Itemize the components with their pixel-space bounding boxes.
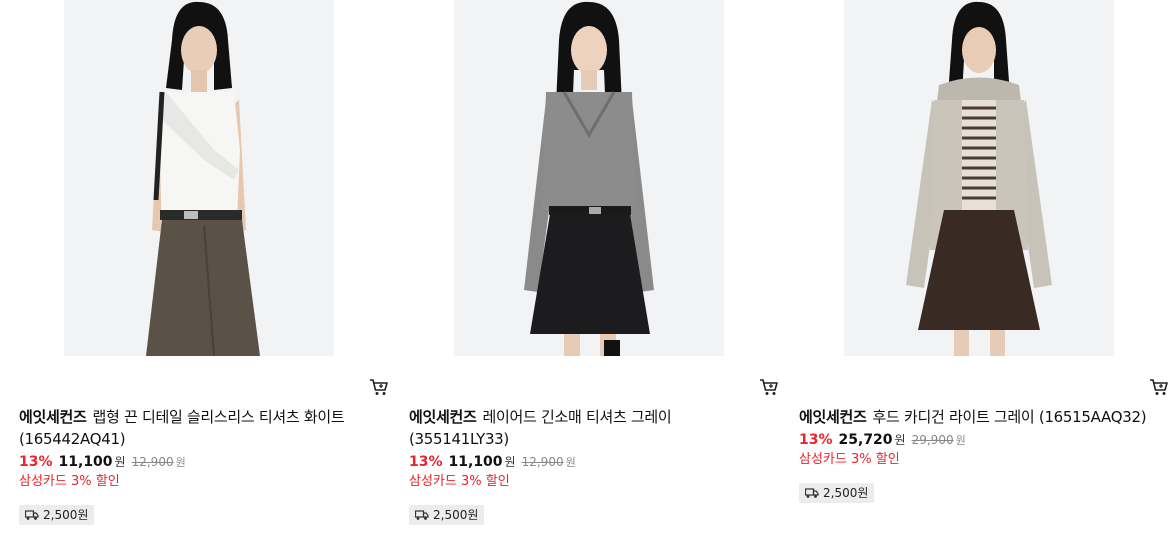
discount-rate: 13% [799, 432, 833, 448]
product-card[interactable]: 에잇세컨즈 후드 카디건 라이트 그레이 (16515AAQ32) 13% 25,7… [799, 0, 1169, 539]
price-row: 13% 11,100 원 12,900 원 [409, 452, 781, 473]
cart-icon [760, 379, 778, 395]
product-name[interactable]: 에잇세컨즈 레이어드 긴소매 티셔츠 그레이 (355141LY33) [409, 406, 781, 450]
discount-rate: 13% [19, 454, 53, 470]
product-card[interactable]: 에잇세컨즈 레이어드 긴소매 티셔츠 그레이 (355141LY33) 13% 11… [409, 0, 779, 539]
product-title: 랩형 끈 디테일 슬리스리스 티셔츠 화이트 [92, 408, 345, 426]
shipping-fee-badge: 2,500원 [799, 483, 875, 503]
original-price: 29,900 [911, 433, 954, 447]
price-unit: 원 [894, 433, 906, 447]
shipping-fee-badge: 2,500원 [19, 505, 95, 525]
brand-name: 에잇세컨즈 [409, 408, 477, 426]
product-name[interactable]: 에잇세컨즈 후드 카디건 라이트 그레이 (16515AAQ32) [799, 406, 1170, 428]
original-price-unit: 원 [955, 434, 966, 447]
cart-icon [370, 379, 388, 395]
truck-icon [805, 488, 819, 498]
add-to-cart-button[interactable] [759, 377, 779, 397]
product-grid: 에잇세컨즈 랩형 끈 디테일 슬리스리스 티셔츠 화이트 (165442AQ41)… [0, 0, 1170, 539]
product-image[interactable] [64, 0, 334, 356]
shipping-fee: 2,500원 [823, 486, 869, 500]
original-price-unit: 원 [175, 456, 186, 469]
price-row: 13% 25,720 원 29,900 원 [799, 430, 1170, 451]
product-image[interactable] [454, 0, 724, 356]
original-price: 12,900 [131, 455, 174, 469]
sale-price: 11,100 [448, 454, 503, 470]
product-code: (165442AQ41) [19, 430, 126, 448]
product-info: 에잇세컨즈 랩형 끈 디테일 슬리스리스 티셔츠 화이트 (165442AQ41)… [19, 406, 391, 525]
brand-name: 에잇세컨즈 [799, 408, 867, 426]
sale-price: 25,720 [838, 432, 893, 448]
product-info: 에잇세컨즈 후드 카디건 라이트 그레이 (16515AAQ32) 13% 25,7… [799, 406, 1170, 503]
product-title: 레이어드 긴소매 티셔츠 그레이 [482, 408, 672, 426]
shipping-fee-badge: 2,500원 [409, 505, 485, 525]
brand-name: 에잇세컨즈 [19, 408, 87, 426]
product-info: 에잇세컨즈 레이어드 긴소매 티셔츠 그레이 (355141LY33) 13% 11… [409, 406, 781, 525]
original-price: 12,900 [521, 455, 564, 469]
product-name[interactable]: 에잇세컨즈 랩형 끈 디테일 슬리스리스 티셔츠 화이트 (165442AQ41) [19, 406, 391, 450]
card-discount-offer: 삼성카드 3% 할인 [799, 452, 900, 467]
add-to-cart-button[interactable] [1149, 377, 1169, 397]
product-code: (355141LY33) [409, 430, 509, 448]
product-title: 후드 카디건 라이트 그레이 (16515AAQ32) [872, 408, 1147, 426]
card-discount-offer: 삼성카드 3% 할인 [409, 474, 510, 489]
add-to-cart-button[interactable] [369, 377, 389, 397]
product-card[interactable]: 에잇세컨즈 랩형 끈 디테일 슬리스리스 티셔츠 화이트 (165442AQ41)… [19, 0, 389, 539]
discount-rate: 13% [409, 454, 443, 470]
price-unit: 원 [504, 455, 516, 469]
sale-price: 11,100 [58, 454, 113, 470]
original-price-unit: 원 [565, 456, 576, 469]
price-unit: 원 [114, 455, 126, 469]
card-discount-offer: 삼성카드 3% 할인 [19, 474, 120, 489]
truck-icon [415, 510, 429, 520]
truck-icon [25, 510, 39, 520]
cart-icon [1150, 379, 1168, 395]
product-image[interactable] [844, 0, 1114, 356]
shipping-fee: 2,500원 [43, 508, 89, 522]
shipping-fee: 2,500원 [433, 508, 479, 522]
price-row: 13% 11,100 원 12,900 원 [19, 452, 391, 473]
